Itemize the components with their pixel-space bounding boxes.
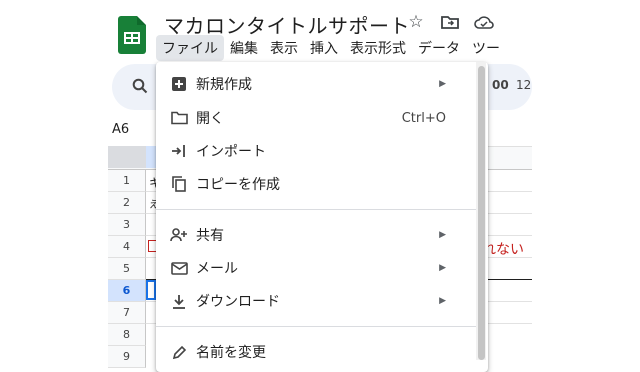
star-icon[interactable]: ☆ [406,12,426,32]
pencil-icon [170,343,188,361]
download-icon [170,292,188,310]
number-format-fragment[interactable]: 00 [492,78,509,92]
row-header[interactable]: 4 [108,236,146,258]
menu-item-label: メール [196,261,238,277]
menu-item-download[interactable]: ダウンロード ▶ [156,285,476,317]
menu-item-label: ダウンロード [196,294,280,310]
select-all-corner[interactable] [108,146,146,168]
menu-item-rename[interactable]: 名前を変更 [156,336,476,368]
move-to-folder-icon[interactable] [440,12,460,32]
menu-view[interactable]: 表示 [264,35,304,61]
import-icon [170,142,188,160]
menu-format[interactable]: 表示形式 [344,35,412,61]
row-header[interactable]: 3 [108,214,146,236]
menu-item-label: 共有 [196,228,224,244]
row-header[interactable]: 9 [108,346,146,368]
name-box[interactable]: A6 [112,122,129,137]
menu-insert[interactable]: 挿入 [304,35,344,61]
search-menus-icon[interactable] [132,78,148,98]
menu-item-label: 開く [196,111,224,127]
row-header[interactable]: 7 [108,302,146,324]
menu-item-label: コピーを作成 [196,177,280,193]
menu-item-open[interactable]: 開く Ctrl+O [156,102,476,134]
menu-divider [156,209,476,210]
menu-item-import[interactable]: インポート [156,135,476,167]
mail-icon [170,259,188,277]
menu-item-share[interactable]: 共有 ▶ [156,219,476,251]
menu-data[interactable]: データ [412,35,466,61]
menu-item-label: インポート [196,144,266,160]
row-header[interactable]: 1 [108,170,146,192]
menu-file[interactable]: ファイル [156,35,224,61]
folder-icon [170,109,188,127]
column-a-header[interactable] [146,146,156,168]
row-header[interactable]: 5 [108,258,146,280]
submenu-arrow-icon: ▶ [439,296,446,306]
menu-item-label: 名前を変更 [196,345,266,361]
row-header[interactable]: 2 [108,192,146,214]
menu-item-email[interactable]: メール ▶ [156,252,476,284]
menu-item-make-copy[interactable]: コピーを作成 [156,168,476,200]
shortcut-text: Ctrl+O [401,110,446,126]
row-numbers: 1 2 3 4 5 6 7 8 9 [108,170,146,368]
row-header[interactable]: 8 [108,324,146,346]
file-menu-dropdown: 新規作成 ▶ 開く Ctrl+O インポート コピーを作成 共有 ▶ メール ▶… [156,62,488,372]
menu-scrollbar-thumb[interactable] [478,66,485,360]
cell-text-red[interactable]: れない [482,239,524,259]
menu-item-label: 新規作成 [196,77,252,93]
person-add-icon [170,226,188,244]
copy-icon [170,175,188,193]
submenu-arrow-icon: ▶ [439,263,446,273]
row-header-selected[interactable]: 6 [108,280,146,302]
new-icon [170,75,188,93]
submenu-arrow-icon: ▶ [439,230,446,240]
sheets-logo-icon[interactable] [118,16,146,54]
menu-tools[interactable]: ツー [466,35,506,61]
submenu-arrow-icon: ▶ [439,79,446,89]
menu-divider [156,326,476,327]
font-size-fragment[interactable]: 12 [516,78,531,92]
cloud-status-icon[interactable] [474,12,494,32]
menu-edit[interactable]: 編集 [224,35,264,61]
menu-bar: ファイル 編集 表示 挿入 表示形式 データ ツー [156,35,506,61]
active-cell-a6[interactable] [146,280,156,300]
menu-item-new[interactable]: 新規作成 ▶ [156,68,476,100]
